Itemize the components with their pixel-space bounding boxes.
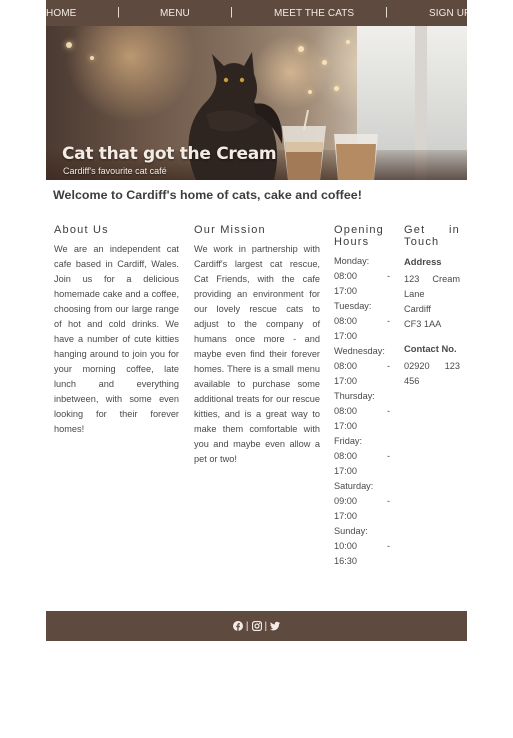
hours-day-label: Monday: bbox=[334, 256, 370, 266]
hours-open-time-row: 08:00 - bbox=[334, 269, 390, 284]
hours-open-time: 08:00 bbox=[334, 406, 357, 416]
about-text: We are an independent cat cafe based in … bbox=[54, 244, 179, 434]
contact-heading: Get in Touch bbox=[404, 224, 460, 248]
hours-close-time: 17:00 bbox=[334, 286, 357, 296]
hero-light bbox=[346, 40, 350, 44]
address-line: Lane bbox=[404, 289, 425, 299]
footer-separator: | bbox=[245, 620, 249, 632]
hours-open-time: 09:00 bbox=[334, 496, 357, 506]
hours-day-label: Thursday: bbox=[334, 391, 375, 401]
hours-dash: - bbox=[386, 406, 390, 416]
hours-dash: - bbox=[386, 316, 390, 326]
address-label: Address bbox=[404, 256, 442, 267]
hours-open-time-row: 10:00 - bbox=[334, 539, 390, 554]
hours-open-time: 08:00 bbox=[334, 451, 357, 461]
welcome-heading: Welcome to Cardiff's home of cats, cake … bbox=[53, 188, 362, 202]
address-line: 123 Cream bbox=[404, 272, 460, 287]
hours-day-label: Wednesday: bbox=[334, 346, 385, 356]
phone-label: Contact No. bbox=[404, 343, 457, 354]
hours-open-time-row: 08:00 - bbox=[334, 359, 390, 374]
heading-line: Hours bbox=[334, 236, 370, 248]
hours-close-time: 17:00 bbox=[334, 331, 357, 341]
opening-hours-heading: Opening Hours bbox=[334, 224, 390, 248]
address-word: Cream bbox=[432, 274, 460, 284]
heading-word: Get bbox=[404, 224, 426, 236]
footer-bar: | | bbox=[46, 611, 467, 641]
nav-separator: | bbox=[230, 6, 233, 18]
about-section: About Us We are an independent cat cafe … bbox=[54, 224, 179, 437]
iced-coffee-cup-icon bbox=[282, 110, 326, 180]
hero-light bbox=[298, 46, 304, 52]
hours-close-time: 17:00 bbox=[334, 511, 357, 521]
phone-number[interactable]: 02920 123 bbox=[404, 359, 460, 374]
iced-latte-cup-icon bbox=[334, 134, 378, 180]
heading-line: Opening bbox=[334, 224, 384, 236]
heading-line: Get in bbox=[404, 224, 460, 236]
address-word: 123 bbox=[404, 274, 420, 284]
page: HOME | MENU | MEET THE CATS | SIGN UP Ca… bbox=[46, 0, 467, 584]
hours-day-label: Tuesday: bbox=[334, 301, 372, 311]
hours-open-time: 10:00 bbox=[334, 541, 357, 551]
heading-word: in bbox=[449, 224, 460, 236]
hours-open-time-row: 08:00 - bbox=[334, 404, 390, 419]
nav-separator: | bbox=[117, 6, 120, 18]
hours-day-label: Sunday: bbox=[334, 526, 368, 536]
top-navigation: HOME | MENU | MEET THE CATS | SIGN UP bbox=[46, 0, 467, 26]
hours-open-time-row: 08:00 - bbox=[334, 449, 390, 464]
instagram-icon[interactable] bbox=[251, 621, 262, 631]
contact-section: Get in Touch Address 123 Cream Lane Card… bbox=[404, 224, 460, 389]
hours-open-time: 08:00 bbox=[334, 316, 357, 326]
hours-dash: - bbox=[386, 271, 390, 281]
hero-light bbox=[90, 56, 94, 60]
hours-open-time-row: 08:00 - bbox=[334, 314, 390, 329]
info-columns: About Us We are an independent cat cafe … bbox=[46, 224, 467, 584]
hero-title: Cat that got the Cream bbox=[62, 144, 277, 164]
hero-subtitle: Cardiff's favourite cat café bbox=[63, 166, 167, 176]
mission-heading: Our Mission bbox=[194, 224, 266, 236]
hero-banner: Cat that got the Cream Cardiff's favouri… bbox=[46, 26, 467, 180]
hours-day-label: Saturday: bbox=[334, 481, 374, 491]
hours-dash: - bbox=[386, 496, 390, 506]
facebook-icon[interactable] bbox=[232, 621, 243, 631]
hours-day-label: Friday: bbox=[334, 436, 363, 446]
nav-meet-the-cats-link[interactable]: MEET THE CATS bbox=[274, 8, 354, 19]
hours-open-time: 08:00 bbox=[334, 361, 357, 371]
address-line: CF3 1AA bbox=[404, 319, 442, 329]
twitter-icon[interactable] bbox=[270, 621, 281, 631]
hours-dash: - bbox=[386, 451, 390, 461]
hours-list: Monday: 08:00 - 17:00 Tuesday: 08:00 - 17:00 Wed… bbox=[334, 254, 390, 569]
hours-open-time-row: 09:00 - bbox=[334, 494, 390, 509]
phone-part: 02920 bbox=[404, 361, 430, 371]
mission-text: We work in partnership with Cardiff's la… bbox=[194, 244, 320, 464]
footer-separator: | bbox=[264, 620, 268, 632]
nav-menu-link[interactable]: MENU bbox=[160, 8, 190, 19]
nav-home-link[interactable]: HOME bbox=[46, 8, 76, 19]
nav-separator: | bbox=[385, 6, 388, 18]
phone-number-cont: 456 bbox=[404, 376, 420, 386]
heading-line: Touch bbox=[404, 236, 440, 248]
phone-part: 123 bbox=[444, 361, 460, 371]
hero-light bbox=[334, 86, 339, 91]
hours-close-time: 16:30 bbox=[334, 556, 357, 566]
nav-sign-up-link[interactable]: SIGN UP bbox=[429, 8, 467, 19]
address-line: Cardiff bbox=[404, 304, 431, 314]
opening-hours-section: Opening Hours Monday: 08:00 - 17:00 Tuesday:… bbox=[334, 224, 390, 569]
mission-section: Our Mission We work in partnership with … bbox=[194, 224, 320, 467]
hours-close-time: 17:00 bbox=[334, 421, 357, 431]
hero-light bbox=[66, 42, 72, 48]
hours-close-time: 17:00 bbox=[334, 466, 357, 476]
hours-dash: - bbox=[386, 361, 390, 371]
hero-light bbox=[322, 60, 327, 65]
hours-open-time: 08:00 bbox=[334, 271, 357, 281]
hero-light bbox=[308, 90, 312, 94]
hours-close-time: 17:00 bbox=[334, 376, 357, 386]
hours-dash: - bbox=[386, 541, 390, 551]
about-heading: About Us bbox=[54, 224, 109, 236]
